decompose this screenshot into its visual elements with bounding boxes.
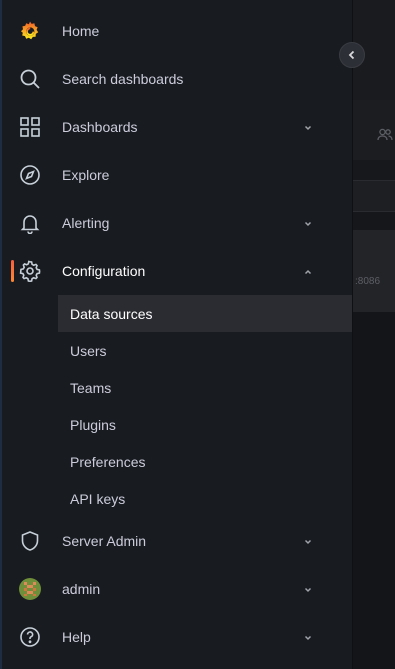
nav-label-explore: Explore: [62, 167, 110, 183]
subnav-label: Plugins: [70, 416, 116, 433]
nav-label-home: Home: [62, 23, 100, 39]
subnav-item-plugins[interactable]: Plugins: [58, 406, 352, 443]
shield-icon: [19, 530, 41, 552]
background-port-text: :8086: [355, 276, 381, 287]
nav-item-search-dashboards[interactable]: Search dashboards: [2, 55, 352, 103]
chevron-left-icon: [348, 50, 355, 60]
chevron-down-icon[interactable]: [302, 583, 314, 595]
search-icon: [19, 68, 41, 90]
question-circle-icon: [19, 626, 41, 648]
apps-grid-icon: [19, 116, 41, 138]
nav-item-explore[interactable]: Explore: [2, 151, 352, 199]
subnav-label: Preferences: [70, 453, 146, 470]
nav-label-help: Help: [62, 629, 91, 645]
nav-item-admin-profile[interactable]: admin: [2, 565, 352, 613]
nav-label-configuration: Configuration: [62, 263, 146, 279]
gear-icon: [19, 260, 41, 282]
active-indicator: [11, 260, 14, 282]
chevron-down-icon[interactable]: [302, 631, 314, 643]
subnav-label: Users: [70, 342, 107, 359]
nav-label-alerting: Alerting: [62, 215, 110, 231]
nav-item-configuration[interactable]: Configuration: [2, 247, 352, 295]
subnav-label: Data sources: [70, 305, 153, 322]
nav-item-home[interactable]: Home: [2, 7, 352, 55]
chevron-down-icon[interactable]: [302, 217, 314, 229]
nav-item-server-admin[interactable]: Server Admin: [2, 517, 352, 565]
users-icon: [377, 128, 393, 142]
subnav-item-api-keys[interactable]: API keys: [58, 480, 352, 517]
main-sidebar: Home Search dashboards Dashboards Explor…: [2, 0, 353, 669]
subnav-item-data-sources[interactable]: Data sources: [58, 295, 352, 332]
compass-icon: [19, 164, 41, 186]
nav-item-dashboards[interactable]: Dashboards: [2, 103, 352, 151]
bell-icon: [19, 212, 41, 234]
nav-label-search: Search dashboards: [62, 71, 184, 87]
subnav-label: API keys: [70, 490, 126, 507]
subnav-label: Teams: [70, 379, 112, 396]
nav-label-dashboards: Dashboards: [62, 119, 138, 135]
collapse-sidebar-button[interactable]: [339, 42, 365, 68]
subnav-item-users[interactable]: Users: [58, 332, 352, 369]
nav-item-alerting[interactable]: Alerting: [2, 199, 352, 247]
chevron-up-icon[interactable]: [302, 265, 314, 277]
chevron-down-icon[interactable]: [302, 121, 314, 133]
chevron-down-icon[interactable]: [302, 535, 314, 547]
nav-label-server-admin: Server Admin: [62, 533, 147, 549]
avatar: [19, 578, 41, 600]
subnav-item-teams[interactable]: Teams: [58, 369, 352, 406]
grafana-logo-icon: [19, 20, 41, 42]
nav-item-help[interactable]: Help: [2, 613, 352, 661]
nav-label-admin: admin: [62, 581, 101, 597]
subnav-item-preferences[interactable]: Preferences: [58, 443, 352, 480]
